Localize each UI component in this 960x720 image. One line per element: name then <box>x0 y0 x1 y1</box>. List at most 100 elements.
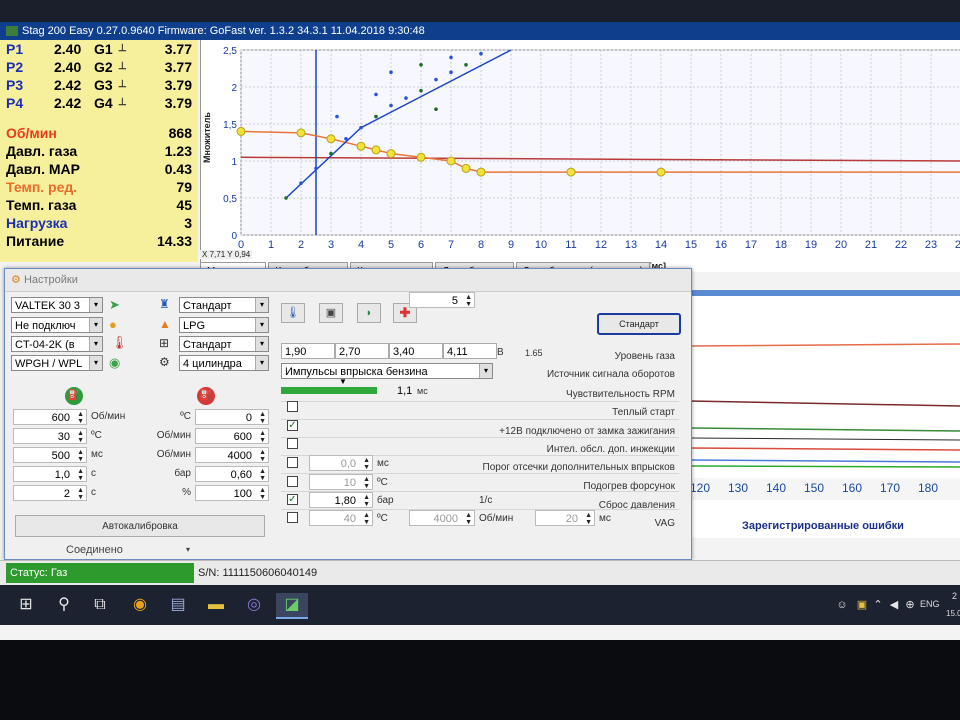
language-indicator[interactable]: ENG <box>920 599 940 609</box>
row-label-extra-injection: Интел. обсл. доп. инжекции <box>546 444 675 455</box>
vag-rpm-field[interactable]: 4000 ▲ ▼ <box>409 510 475 526</box>
temp-sensor-select[interactable]: CT-04-2K (в ▾ <box>11 336 103 352</box>
connector-button-icon[interactable]: ◗ <box>357 303 381 323</box>
param-gas-pressure: Давл. газа 1.23 <box>6 142 192 160</box>
level-field-2[interactable]: 2,70 <box>335 343 389 359</box>
vag-checkbox[interactable] <box>287 512 298 523</box>
spinner-icon[interactable]: ▲ ▼ <box>363 494 370 508</box>
multiplier-point[interactable] <box>656 167 666 177</box>
spinner-icon[interactable]: ▲ ▼ <box>259 411 266 425</box>
task-view-icon[interactable]: ⧉ <box>88 593 112 617</box>
autocalibration-button[interactable]: Автокалибровка <box>15 515 265 537</box>
gas-switch-delay[interactable]: 500 ▲ ▼ <box>13 447 87 463</box>
folder-icon[interactable]: ▬ <box>204 593 228 617</box>
gas-switch-temp[interactable]: 30 ▲ ▼ <box>13 428 87 444</box>
petrol-percent[interactable]: 100 ▲ ▼ <box>195 485 269 501</box>
spinner-icon[interactable]: ▲ ▼ <box>77 449 84 463</box>
spinner-icon[interactable]: ▲ ▼ <box>465 294 472 308</box>
multiplier-point[interactable] <box>356 141 366 151</box>
thermometer-button-icon[interactable]: 🌡 <box>281 303 305 323</box>
spinner-icon[interactable]: ▲ ▼ <box>363 457 370 471</box>
param-value: 3 <box>184 215 192 231</box>
spinner-icon[interactable]: ▲ ▼ <box>259 468 266 482</box>
spinner-icon[interactable]: ▲ ▼ <box>259 430 266 444</box>
sensitivity-marker-icon[interactable]: ▼ <box>339 377 347 386</box>
multiplier-point[interactable] <box>461 163 471 173</box>
chart-canvas[interactable]: 0123456789101112131415161718192021222324… <box>201 40 960 272</box>
windows-start-icon[interactable]: ⊞ <box>14 593 38 617</box>
petrol-min-rpm[interactable]: 600 ▲ ▼ <box>195 428 269 444</box>
pressure-reset-checkbox[interactable]: ✓ <box>287 494 298 505</box>
pressure-sensor-select[interactable]: WPGH / WPL ▾ <box>11 355 103 371</box>
spinner-icon[interactable]: ▲ ▼ <box>77 468 84 482</box>
spinner-icon[interactable]: ▲ ▼ <box>259 449 266 463</box>
multiplier-point[interactable] <box>416 152 426 162</box>
multiplier-point[interactable] <box>566 167 576 177</box>
vag-temp-field[interactable]: 40 ▲ ▼ <box>309 510 373 526</box>
extra-injection-checkbox[interactable] <box>287 438 298 449</box>
injector-type-select[interactable]: Стандарт ▾ <box>179 297 269 313</box>
multiplier-point[interactable] <box>326 134 336 144</box>
rpm-source-select[interactable]: Импульсы впрыска бензина ▾ <box>281 363 493 379</box>
spinner-icon[interactable]: ▲ ▼ <box>77 411 84 425</box>
save-icon[interactable]: ▤ <box>166 593 190 617</box>
multiplier-point[interactable] <box>236 126 246 136</box>
spinner-icon[interactable]: ▲ ▼ <box>465 512 472 526</box>
spinner-icon[interactable]: ▲ ▼ <box>77 430 84 444</box>
registered-errors-tab[interactable]: Зарегистрированные ошибки <box>742 520 904 532</box>
search-icon[interactable]: ⚲ <box>52 593 76 617</box>
cutoff-threshold-checkbox[interactable] <box>287 457 298 468</box>
ecu-type-select[interactable]: VALTEK 30 3 ▾ <box>11 297 103 313</box>
sample-point <box>314 166 318 171</box>
x-tick-label: 23 <box>925 239 937 251</box>
level-field-3[interactable]: 3,40 <box>389 343 443 359</box>
num-value: 600 <box>233 431 252 443</box>
chip-button-icon[interactable]: ▣ <box>319 303 343 323</box>
standard-button[interactable]: Стандарт <box>597 313 681 335</box>
viber-icon[interactable]: ◎ <box>242 593 266 617</box>
ignition-12v-checkbox[interactable]: ✓ <box>287 420 298 431</box>
sensitivity-bar[interactable] <box>281 387 377 394</box>
multiplier-chart[interactable]: 0123456789101112131415161718192021222324… <box>200 40 960 272</box>
gas-switch-rpm[interactable]: 600 ▲ ▼ <box>13 409 87 425</box>
vag-time-field[interactable]: 20 ▲ ▼ <box>535 510 595 526</box>
warm-start-checkbox[interactable] <box>287 401 298 412</box>
sample-point <box>329 151 333 156</box>
injector-heating-checkbox[interactable] <box>287 476 298 487</box>
spinner-icon[interactable]: ▲ ▼ <box>585 512 592 526</box>
stag-app-icon[interactable]: ◪ <box>276 593 308 619</box>
connection-select[interactable]: Не подключ ▾ <box>11 317 103 333</box>
x-tick-label: 14 <box>655 239 667 251</box>
petrol-temp[interactable]: 0 ▲ ▼ <box>195 409 269 425</box>
clock-time[interactable]: 2 <box>952 591 957 601</box>
petrol-max-rpm[interactable]: 4000 ▲ ▼ <box>195 447 269 463</box>
spinner-icon[interactable]: ▲ ▼ <box>363 476 370 490</box>
chrome-icon[interactable]: ◉ <box>128 593 152 617</box>
param-label: Давл. газа <box>6 143 78 159</box>
network-icon[interactable]: ⊕ <box>898 593 922 617</box>
spinner-icon[interactable]: ▲ ▼ <box>259 487 266 501</box>
multiplier-point[interactable] <box>371 145 381 155</box>
spinner-icon[interactable]: ▲ ▼ <box>77 487 84 501</box>
cutoff-threshold-field[interactable]: 0,0 ▲ ▼ <box>309 455 373 471</box>
level-field-1[interactable]: 1,90 <box>281 343 335 359</box>
petrol-pressure[interactable]: 0,60 ▲ ▼ <box>195 466 269 482</box>
multiplier-point[interactable] <box>296 128 306 138</box>
level-field-4[interactable]: 4,11 <box>443 343 497 359</box>
pressure-reset-rate-field[interactable]: 5 ▲ ▼ <box>409 292 475 308</box>
multiplier-point[interactable] <box>476 167 486 177</box>
flame-icon: ▲ <box>159 317 171 331</box>
injector-heating-field[interactable]: 10 ▲ ▼ <box>309 474 373 490</box>
pressure-reset-field[interactable]: 1,80 ▲ ▼ <box>309 492 373 508</box>
reducer-type-select[interactable]: Стандарт ▾ <box>179 336 269 352</box>
spinner-icon[interactable]: ▲ ▼ <box>363 512 370 526</box>
multiplier-point[interactable] <box>386 149 396 159</box>
clock-date[interactable]: 15.0 <box>946 609 960 618</box>
connection-state[interactable]: Соединено ▾ <box>10 543 194 557</box>
gas-switch-time[interactable]: 1,0 ▲ ▼ <box>13 466 87 482</box>
gas-switch-interval[interactable]: 2 ▲ ▼ <box>13 485 87 501</box>
sensitivity-unit: мс <box>417 386 428 396</box>
fuel-type-select[interactable]: LPG ▾ <box>179 317 269 333</box>
multiplier-point[interactable] <box>446 156 456 166</box>
cylinders-select[interactable]: 4 цилиндра ▾ <box>179 355 269 371</box>
